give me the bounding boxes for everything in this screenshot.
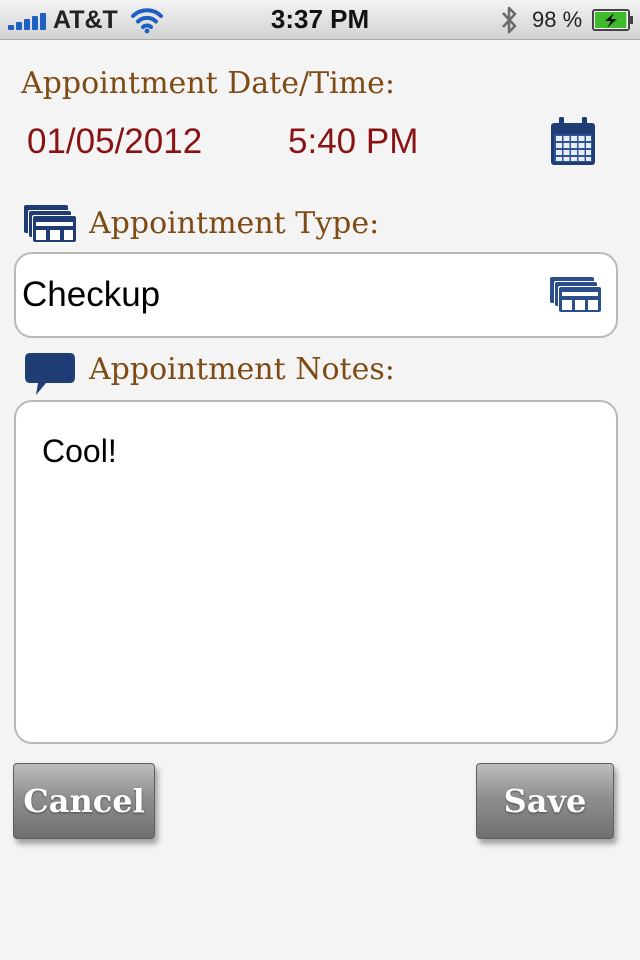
list-picker-icon[interactable] (550, 277, 602, 313)
cancel-button[interactable]: Cancel (13, 763, 155, 839)
save-button[interactable]: Save (476, 763, 614, 839)
appointment-datetime-label: Appointment Date/Time: (21, 66, 395, 101)
status-bar: AT&T 3:37 PM 98 % (0, 0, 640, 40)
appointment-notes-label: Appointment Notes: (89, 352, 395, 387)
appointment-date[interactable]: 01/05/2012 (27, 122, 202, 162)
battery-percent: 98 % (532, 7, 583, 32)
appointment-notes-textarea[interactable]: Cool! (14, 400, 618, 744)
bluetooth-icon (502, 6, 517, 34)
speech-bubble-icon (25, 353, 75, 395)
appointment-type-label: Appointment Type: (89, 206, 380, 241)
appointment-time[interactable]: 5:40 PM (288, 122, 418, 162)
calendar-icon[interactable] (550, 116, 596, 166)
appointment-type-value: Checkup (22, 275, 161, 314)
appointment-type-field[interactable]: Checkup (14, 252, 618, 338)
appointment-notes-value: Cool! (42, 433, 117, 469)
list-icon (24, 205, 76, 243)
battery-icon (592, 9, 633, 31)
